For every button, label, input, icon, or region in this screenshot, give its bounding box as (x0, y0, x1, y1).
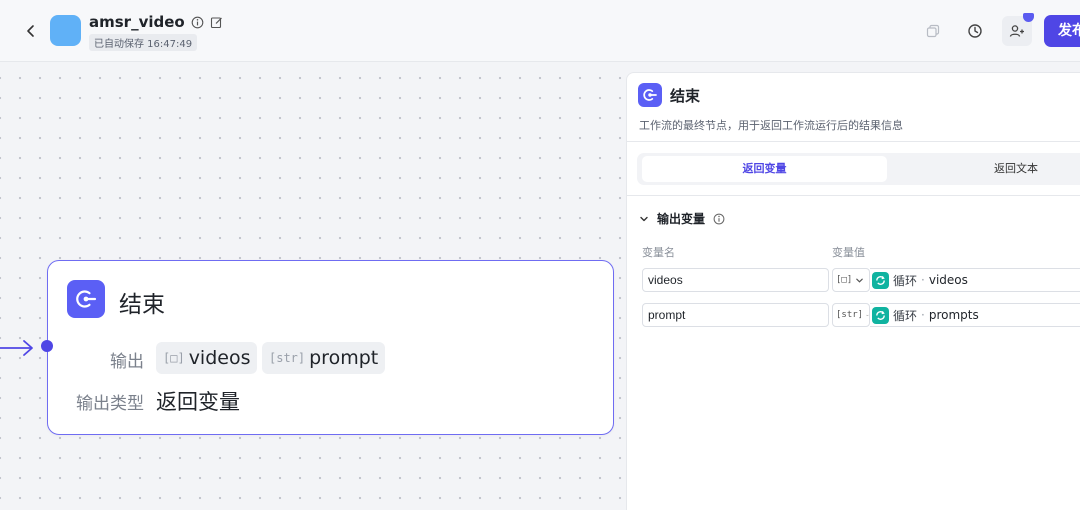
output-variables-section[interactable]: 输出变量 (639, 210, 725, 227)
output-chip-label: prompt (309, 347, 379, 369)
incoming-edge-arrow (0, 340, 33, 356)
app-icon (50, 15, 81, 46)
diamond-badge-icon (1023, 13, 1034, 22)
collaborators-button[interactable] (1002, 13, 1034, 46)
end-node-icon (67, 280, 105, 318)
panel-description: 工作流的最终节点，用于返回工作流运行后的结果信息 (639, 119, 903, 132)
variable-name-input[interactable] (642, 268, 829, 292)
reference-separator: · (921, 273, 925, 287)
output-type-label: 输出类型 (76, 394, 144, 414)
reference-variable: videos (928, 273, 968, 287)
output-chip-prompt: [str] prompt (262, 342, 386, 374)
copy-icon (926, 24, 940, 38)
node-config-panel: 结束 工作流的最终节点，用于返回工作流运行后的结果信息 返回变量 返回文本 输出… (626, 72, 1080, 510)
copy-button[interactable] (918, 16, 948, 46)
output-type-value: 返回变量 (156, 390, 240, 414)
panel-end-icon (638, 83, 662, 107)
tab-return-text[interactable]: 返回文本 (897, 156, 1080, 182)
node-title: 结束 (119, 292, 165, 318)
column-header-value: 变量值 (832, 246, 865, 259)
end-node[interactable]: 结束 输出 [□] videos [str] prompt 输出类型 返回变量 (41, 260, 614, 435)
panel-title: 结束 (670, 87, 701, 105)
publish-button[interactable]: 发布 (1044, 15, 1080, 47)
app-title-row: amsr_video (89, 13, 223, 31)
output-mode-tabs: 返回变量 返回文本 (637, 153, 1080, 185)
autosave-status: 已自动保存 16:47:49 (89, 34, 198, 51)
string-type-icon: [str] (269, 351, 306, 365)
back-button[interactable] (20, 20, 42, 42)
tab-return-variables[interactable]: 返回变量 (642, 156, 887, 182)
loop-icon (872, 271, 889, 289)
top-header: amsr_video 已自动保存 16:47:49 发布 (0, 0, 1080, 62)
users-icon (1009, 25, 1024, 37)
array-type-icon: [□] (836, 275, 853, 285)
section-title: 输出变量 (657, 212, 706, 226)
array-type-icon: [□] (163, 351, 185, 365)
variable-value-reference[interactable]: 循环 · prompts (870, 303, 1080, 327)
string-type-icon: [str] (836, 310, 864, 320)
input-port[interactable] (41, 340, 53, 352)
history-icon (968, 24, 982, 38)
chevron-down-icon (866, 314, 869, 316)
chevron-left-icon (27, 25, 34, 37)
history-button[interactable] (960, 16, 990, 46)
variable-value-reference[interactable]: 循环 · videos (870, 268, 1080, 292)
variable-type-select[interactable]: [str] (832, 303, 870, 327)
output-label: 输出 (110, 352, 144, 372)
info-icon[interactable] (191, 16, 204, 29)
loop-icon (872, 306, 889, 324)
edit-icon[interactable] (210, 16, 223, 29)
workflow-canvas[interactable]: 结束 输出 [□] videos [str] prompt 输出类型 返回变量 (0, 62, 626, 510)
output-chip-label: videos (188, 347, 251, 369)
column-header-name: 变量名 (642, 246, 675, 259)
info-icon[interactable] (713, 213, 725, 225)
output-chip-videos: [□] videos (156, 342, 258, 374)
reference-source: 循环 (893, 273, 918, 288)
reference-source: 循环 (893, 308, 918, 323)
divider (627, 141, 1080, 142)
chevron-down-icon (856, 278, 864, 283)
reference-separator: · (921, 308, 925, 322)
reference-variable: prompts (928, 308, 979, 322)
variable-name-input[interactable] (642, 303, 829, 327)
app-name: amsr_video (89, 13, 185, 31)
variable-type-select[interactable]: [□] (832, 268, 870, 292)
chevron-down-icon (640, 216, 648, 221)
divider (627, 195, 1080, 196)
